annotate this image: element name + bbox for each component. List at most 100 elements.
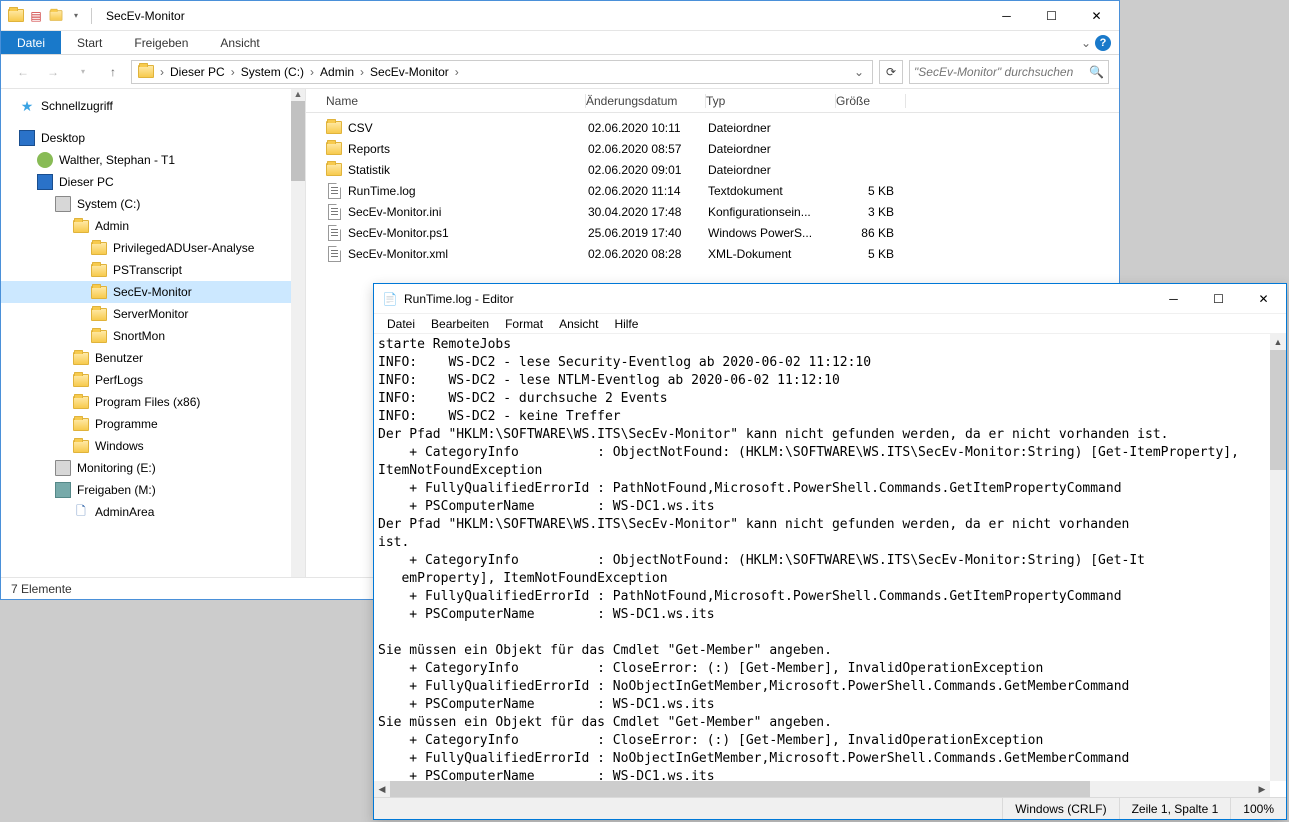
notepad-statusbar: Windows (CRLF) Zeile 1, Spalte 1 100% bbox=[374, 797, 1286, 819]
ribbon-collapse-icon[interactable]: ⌄ bbox=[1081, 36, 1091, 50]
table-row[interactable]: RunTime.log 02.06.2020 11:14 Textdokumen… bbox=[306, 180, 1119, 201]
tree-perflogs[interactable]: PerfLogs bbox=[1, 369, 305, 391]
qat-dropdown-icon[interactable]: ▾ bbox=[67, 7, 85, 25]
ribbon-tabs: Datei Start Freigeben Ansicht ⌄ ? bbox=[1, 31, 1119, 55]
file-date: 02.06.2020 11:14 bbox=[588, 184, 708, 198]
star-icon: ★ bbox=[19, 98, 35, 114]
folder-icon bbox=[326, 120, 342, 136]
nav-tree[interactable]: ★Schnellzugriff Desktop Walther, Stephan… bbox=[1, 89, 306, 577]
notepad-menubar: Datei Bearbeiten Format Ansicht Hilfe bbox=[374, 314, 1286, 334]
tree-user[interactable]: Walther, Stephan - T1 bbox=[1, 149, 305, 171]
tree-desktop[interactable]: Desktop bbox=[1, 127, 305, 149]
maximize-button[interactable]: ☐ bbox=[1196, 284, 1241, 313]
tree-sysc[interactable]: System (C:) bbox=[1, 193, 305, 215]
vertical-scrollbar[interactable]: ▲ bbox=[1270, 334, 1286, 781]
breadcrumb-root-icon[interactable] bbox=[134, 65, 158, 78]
table-row[interactable]: Reports 02.06.2020 08:57 Dateiordner bbox=[306, 138, 1119, 159]
col-name[interactable]: Name bbox=[326, 94, 586, 108]
notepad-textarea[interactable]: starte RemoteJobs INFO: WS-DC2 - lese Se… bbox=[374, 334, 1270, 781]
explorer-titlebar[interactable]: ▤ ▾ SecEv-Monitor ─ ☐ ✕ bbox=[1, 1, 1119, 31]
tree-windows[interactable]: Windows bbox=[1, 435, 305, 457]
status-eol: Windows (CRLF) bbox=[1002, 798, 1118, 819]
file-type: Textdokument bbox=[708, 184, 838, 198]
close-button[interactable]: ✕ bbox=[1074, 1, 1119, 30]
tab-view[interactable]: Ansicht bbox=[204, 31, 275, 54]
recent-dropdown-icon[interactable]: ▾ bbox=[71, 60, 95, 84]
tab-start[interactable]: Start bbox=[61, 31, 118, 54]
file-date: 02.06.2020 08:28 bbox=[588, 247, 708, 261]
horizontal-scrollbar[interactable]: ◀▶ bbox=[374, 781, 1270, 797]
tab-share[interactable]: Freigeben bbox=[118, 31, 204, 54]
file-size: 5 KB bbox=[838, 247, 898, 261]
quick-newfolder-icon[interactable] bbox=[47, 7, 65, 25]
tree-admin[interactable]: Admin bbox=[1, 215, 305, 237]
file-type: Dateiordner bbox=[708, 121, 838, 135]
table-row[interactable]: Statistik 02.06.2020 09:01 Dateiordner bbox=[306, 159, 1119, 180]
tree-benutzer[interactable]: Benutzer bbox=[1, 347, 305, 369]
menu-file[interactable]: Datei bbox=[380, 317, 422, 331]
col-date[interactable]: Änderungsdatum bbox=[586, 94, 706, 108]
refresh-button[interactable]: ⟳ bbox=[879, 60, 903, 84]
file-date: 02.06.2020 08:57 bbox=[588, 142, 708, 156]
tree-adminarea[interactable]: 🗋AdminArea bbox=[1, 501, 305, 523]
tree-pf86[interactable]: Program Files (x86) bbox=[1, 391, 305, 413]
file-type: Konfigurationsein... bbox=[708, 205, 838, 219]
column-headers[interactable]: Name Änderungsdatum Typ Größe bbox=[306, 89, 1119, 113]
tree-item[interactable]: ServerMonitor bbox=[1, 303, 305, 325]
ps1-icon bbox=[326, 225, 342, 241]
breadcrumb-drive[interactable]: System (C:) bbox=[237, 65, 308, 79]
tree-monitoring[interactable]: Monitoring (E:) bbox=[1, 457, 305, 479]
menu-format[interactable]: Format bbox=[498, 317, 550, 331]
search-icon[interactable]: 🔍 bbox=[1089, 65, 1104, 79]
file-type: Windows PowerS... bbox=[708, 226, 838, 240]
file-type: XML-Dokument bbox=[708, 247, 838, 261]
file-name: SecEv-Monitor.ps1 bbox=[348, 226, 588, 240]
tree-freigaben[interactable]: Freigaben (M:) bbox=[1, 479, 305, 501]
menu-edit[interactable]: Bearbeiten bbox=[424, 317, 496, 331]
file-name: Statistik bbox=[348, 163, 588, 177]
network-drive-icon bbox=[55, 482, 71, 498]
minimize-button[interactable]: ─ bbox=[1151, 284, 1196, 313]
col-type[interactable]: Typ bbox=[706, 94, 836, 108]
status-pos: Zeile 1, Spalte 1 bbox=[1119, 798, 1231, 819]
breadcrumb-sep[interactable]: › bbox=[158, 65, 166, 79]
search-input[interactable] bbox=[914, 65, 1089, 79]
menu-view[interactable]: Ansicht bbox=[552, 317, 605, 331]
tree-item[interactable]: PSTranscript bbox=[1, 259, 305, 281]
table-row[interactable]: CSV 02.06.2020 10:11 Dateiordner bbox=[306, 117, 1119, 138]
notepad-titlebar[interactable]: 📄 RunTime.log - Editor ─ ☐ ✕ bbox=[374, 284, 1286, 314]
col-size[interactable]: Größe bbox=[836, 94, 906, 108]
minimize-button[interactable]: ─ bbox=[984, 1, 1029, 30]
folder-app-icon bbox=[7, 7, 25, 25]
tree-programme[interactable]: Programme bbox=[1, 413, 305, 435]
table-row[interactable]: SecEv-Monitor.ini 30.04.2020 17:48 Konfi… bbox=[306, 201, 1119, 222]
shortcut-icon: 🗋 bbox=[73, 504, 89, 520]
tree-thispc[interactable]: Dieser PC bbox=[1, 171, 305, 193]
search-box[interactable]: 🔍 bbox=[909, 60, 1109, 84]
file-name: RunTime.log bbox=[348, 184, 588, 198]
maximize-button[interactable]: ☐ bbox=[1029, 1, 1074, 30]
table-row[interactable]: SecEv-Monitor.ps1 25.06.2019 17:40 Windo… bbox=[306, 222, 1119, 243]
tree-scrollbar[interactable]: ▲ bbox=[291, 89, 305, 577]
breadcrumb-admin[interactable]: Admin bbox=[316, 65, 358, 79]
file-name: CSV bbox=[348, 121, 588, 135]
forward-button[interactable]: → bbox=[41, 60, 65, 84]
breadcrumb-pc[interactable]: Dieser PC bbox=[166, 65, 229, 79]
address-bar[interactable]: › Dieser PC › System (C:) › Admin › SecE… bbox=[131, 60, 873, 84]
quick-properties-icon[interactable]: ▤ bbox=[27, 7, 45, 25]
folder-icon bbox=[326, 141, 342, 157]
tab-file[interactable]: Datei bbox=[1, 31, 61, 54]
close-button[interactable]: ✕ bbox=[1241, 284, 1286, 313]
menu-help[interactable]: Hilfe bbox=[607, 317, 645, 331]
tree-item-selected[interactable]: SecEv-Monitor bbox=[1, 281, 305, 303]
back-button[interactable]: ← bbox=[11, 60, 35, 84]
table-row[interactable]: SecEv-Monitor.xml 02.06.2020 08:28 XML-D… bbox=[306, 243, 1119, 264]
tree-item[interactable]: SnortMon bbox=[1, 325, 305, 347]
status-zoom: 100% bbox=[1230, 798, 1286, 819]
address-dropdown-icon[interactable]: ⌄ bbox=[848, 65, 870, 79]
tree-item[interactable]: PrivilegedADUser-Analyse bbox=[1, 237, 305, 259]
up-button[interactable]: ↑ bbox=[101, 60, 125, 84]
help-icon[interactable]: ? bbox=[1095, 35, 1111, 51]
breadcrumb-current[interactable]: SecEv-Monitor bbox=[366, 65, 453, 79]
tree-quickaccess[interactable]: ★Schnellzugriff bbox=[1, 95, 305, 117]
